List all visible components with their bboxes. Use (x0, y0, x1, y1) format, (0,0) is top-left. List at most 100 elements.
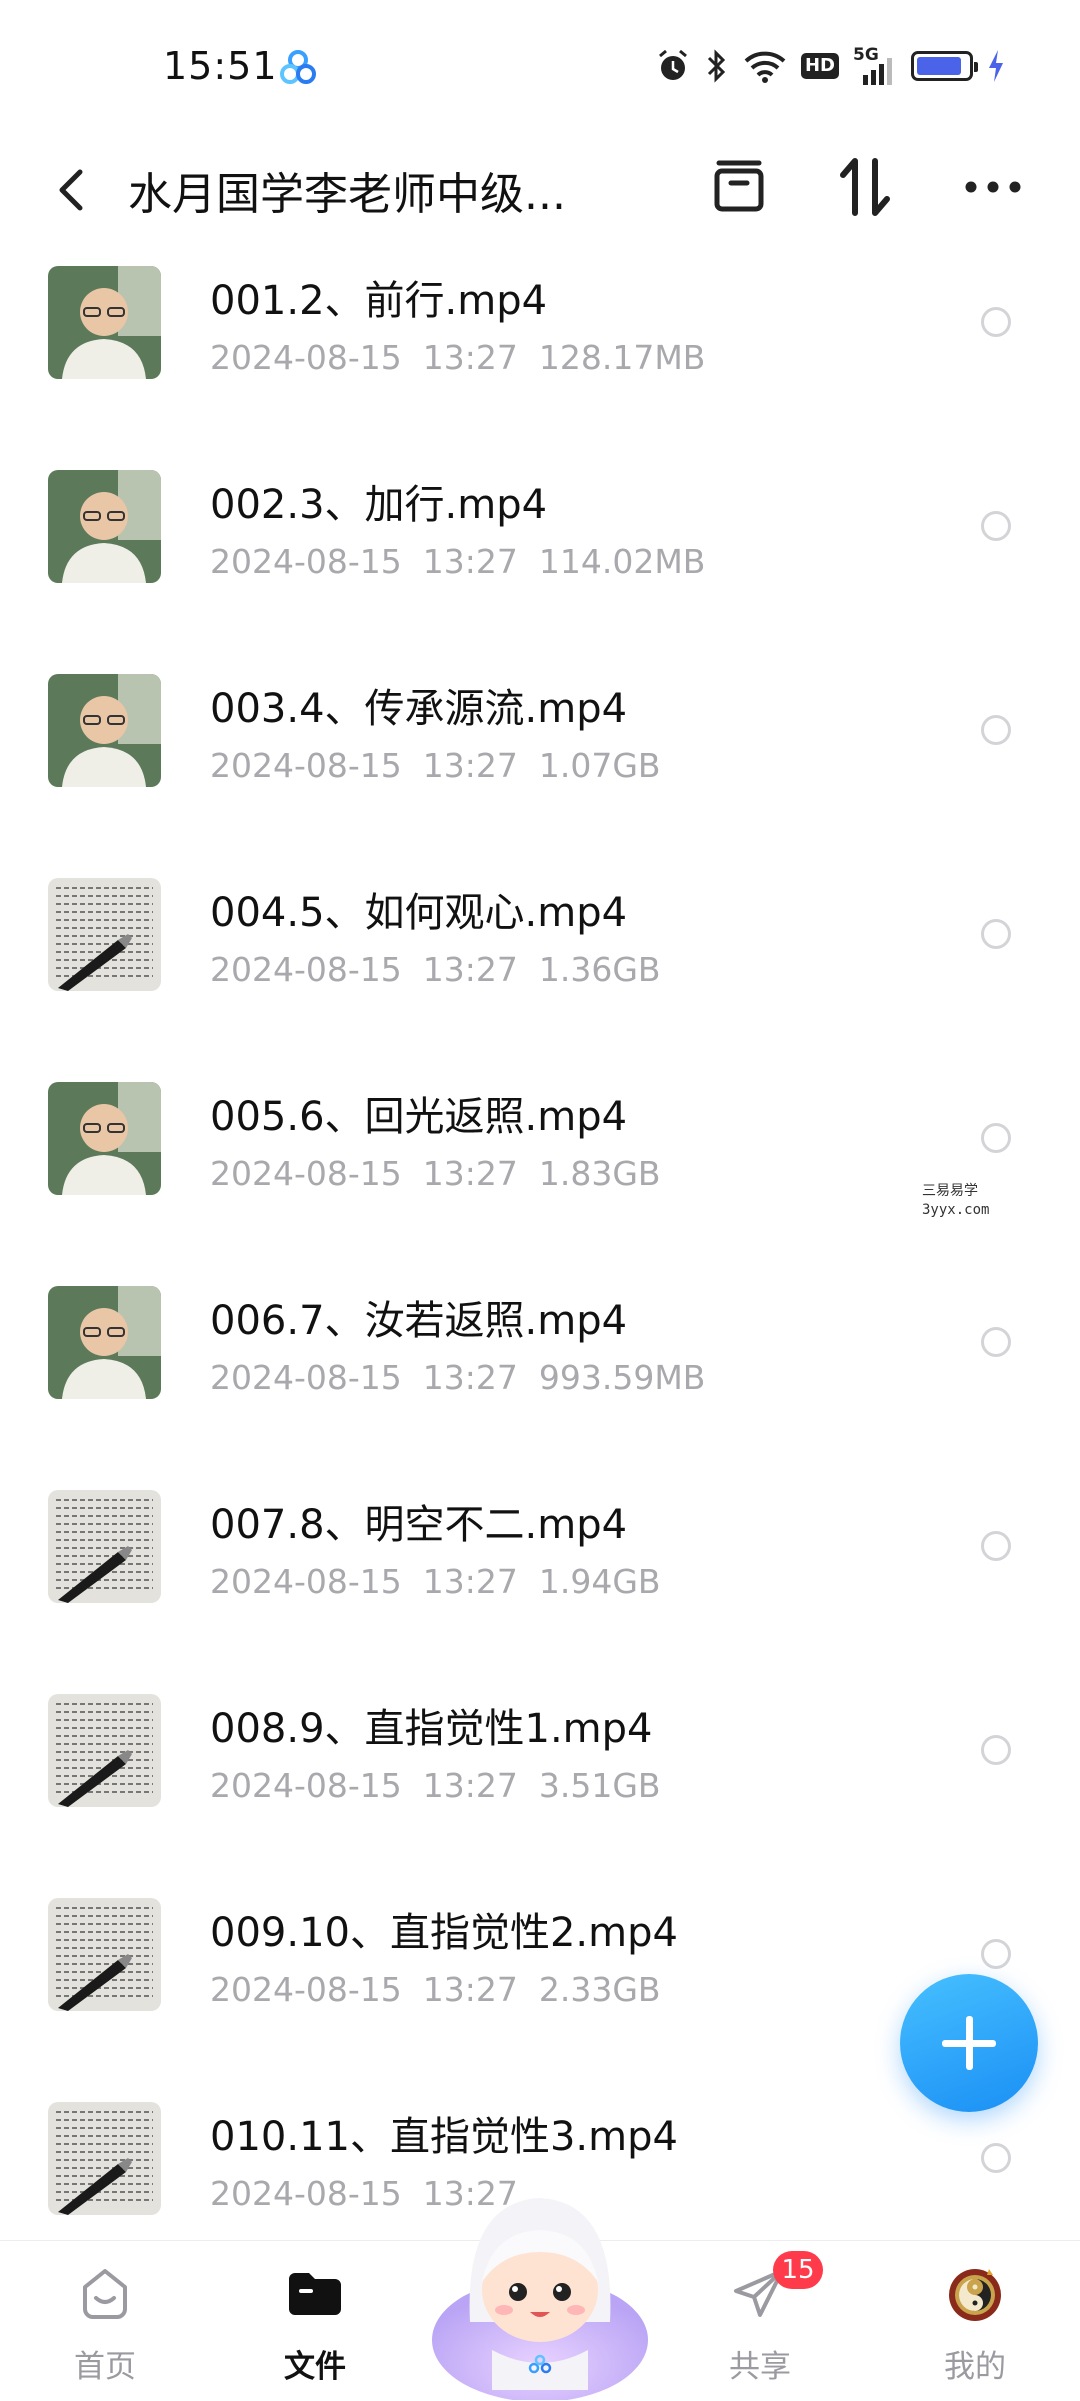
file-meta: 2024-08-15 13:27 1.83GB (210, 1154, 661, 1193)
file-row[interactable]: 007.8、明空不二.mp4 2024-08-15 13:27 1.94GB (0, 1474, 1080, 1678)
file-date: 2024-08-15 (210, 950, 402, 989)
file-size: 2.33GB (538, 1970, 661, 2009)
file-row[interactable]: 008.9、直指觉性1.mp4 2024-08-15 13:27 3.51GB (0, 1678, 1080, 1882)
file-name: 008.9、直指觉性1.mp4 (210, 1706, 653, 1752)
file-size: 114.02MB (538, 542, 706, 581)
file-name: 007.8、明空不二.mp4 (210, 1502, 628, 1548)
nav-files-label: 文件 (284, 2349, 346, 2385)
video-thumbnail (48, 470, 161, 583)
select-radio[interactable] (981, 511, 1011, 541)
file-size: 3.51GB (538, 1766, 661, 1805)
more-icon[interactable] (958, 152, 1028, 222)
file-name: 001.2、前行.mp4 (210, 278, 548, 324)
app-logo-icon (280, 50, 316, 84)
select-radio[interactable] (981, 1123, 1011, 1153)
file-date: 2024-08-15 (210, 1562, 402, 1601)
top-app-bar: 水月国学李老师中级... (0, 130, 1080, 250)
alarm-icon (659, 49, 687, 80)
nav-mine-label: 我的 (944, 2349, 1006, 2385)
nav-mine[interactable]: 我的 (900, 2241, 1050, 2401)
nav-home[interactable]: 首页 (30, 2241, 180, 2401)
video-thumbnail (48, 1490, 161, 1603)
file-time: 13:27 (422, 338, 518, 377)
file-meta: 2024-08-15 13:27 2.33GB (210, 1970, 661, 2009)
file-meta: 2024-08-15 13:27 993.59MB (210, 1358, 705, 1397)
file-row[interactable]: 006.7、汝若返照.mp4 2024-08-15 13:27 993.59MB (0, 1270, 1080, 1474)
file-date: 2024-08-15 (210, 1154, 402, 1193)
file-name: 002.3、加行.mp4 (210, 482, 548, 528)
file-name: 006.7、汝若返照.mp4 (210, 1298, 628, 1344)
select-radio[interactable] (981, 715, 1011, 745)
file-name: 003.4、传承源流.mp4 (210, 686, 628, 732)
select-radio[interactable] (981, 1531, 1011, 1561)
file-date: 2024-08-15 (210, 542, 402, 581)
page-title: 水月国学李老师中级... (128, 169, 566, 220)
file-time: 13:27 (422, 1766, 518, 1805)
file-row[interactable]: 004.5、如何观心.mp4 2024-08-15 13:27 1.36GB (0, 862, 1080, 1066)
video-thumbnail (48, 1286, 161, 1399)
watermark-line1: 三易易学 (922, 1183, 978, 1199)
bluetooth-icon (707, 49, 726, 83)
select-radio[interactable] (981, 1939, 1011, 1969)
video-thumbnail (48, 2102, 161, 2215)
select-radio[interactable] (981, 919, 1011, 949)
file-date: 2024-08-15 (210, 1970, 402, 2009)
file-name: 005.6、回光返照.mp4 (210, 1094, 628, 1140)
status-bar: 15:51 HD 5G (0, 0, 1080, 130)
wifi-icon (744, 51, 786, 83)
file-size: 1.36GB (538, 950, 661, 989)
video-thumbnail (48, 674, 161, 787)
avatar (949, 2269, 1001, 2321)
file-time: 13:27 (422, 1562, 518, 1601)
file-time: 13:27 (422, 1154, 518, 1193)
select-radio[interactable] (981, 307, 1011, 337)
file-date: 2024-08-15 (210, 1766, 402, 1805)
file-date: 2024-08-15 (210, 338, 402, 377)
video-thumbnail (48, 266, 161, 379)
video-thumbnail (48, 1082, 161, 1195)
nav-share-label: 共享 (729, 2349, 791, 2385)
battery-level (917, 57, 962, 75)
file-size: 993.59MB (538, 1358, 706, 1397)
watermark: 三易易学 3yyx.com (822, 1178, 1042, 1224)
file-row[interactable]: 001.2、前行.mp4 2024-08-15 13:27 128.17MB (0, 250, 1080, 454)
select-radio[interactable] (981, 2143, 1011, 2173)
video-thumbnail (48, 1898, 161, 2011)
add-button[interactable] (900, 1974, 1038, 2112)
ai-assistant-mascot-icon[interactable] (430, 2172, 650, 2400)
file-size: 1.83GB (538, 1154, 661, 1193)
file-row[interactable]: 002.3、加行.mp4 2024-08-15 13:27 114.02MB (0, 454, 1080, 658)
archive-icon[interactable] (704, 152, 774, 222)
sort-icon[interactable] (830, 152, 900, 222)
nav-share[interactable]: 15 共享 (685, 2241, 835, 2401)
file-meta: 2024-08-15 13:27 114.02MB (210, 542, 705, 581)
file-time: 13:27 (422, 542, 518, 581)
status-time: 15:51 (163, 44, 278, 88)
home-icon (83, 2269, 127, 2319)
folder-icon (289, 2273, 341, 2315)
file-size: 1.07GB (538, 746, 661, 785)
file-date: 2024-08-15 (210, 746, 402, 785)
file-name: 009.10、直指觉性2.mp4 (210, 1910, 678, 1956)
file-name: 010.11、直指觉性3.mp4 (210, 2114, 678, 2160)
file-meta: 2024-08-15 13:27 1.36GB (210, 950, 661, 989)
hd-icon: HD (800, 53, 839, 79)
share-badge: 15 (773, 2251, 823, 2289)
file-size: 1.94GB (538, 1562, 661, 1601)
file-row[interactable]: 003.4、传承源流.mp4 2024-08-15 13:27 1.07GB (0, 658, 1080, 862)
file-meta: 2024-08-15 13:27 1.07GB (210, 746, 661, 785)
hd-label: HD (804, 55, 835, 76)
file-time: 13:27 (422, 950, 518, 989)
select-radio[interactable] (981, 1735, 1011, 1765)
file-row[interactable]: 005.6、回光返照.mp4 2024-08-15 13:27 1.83GB (0, 1066, 1080, 1270)
file-date: 2024-08-15 (210, 2174, 402, 2213)
battery-icon (911, 51, 978, 81)
select-radio[interactable] (981, 1327, 1011, 1357)
signal-icon: 5G (853, 45, 897, 85)
file-time: 13:27 (422, 746, 518, 785)
file-time: 13:27 (422, 1970, 518, 2009)
back-icon[interactable] (48, 160, 98, 220)
file-meta: 2024-08-15 13:27 3.51GB (210, 1766, 661, 1805)
file-time: 13:27 (422, 1358, 518, 1397)
nav-files[interactable]: 文件 (240, 2241, 390, 2401)
